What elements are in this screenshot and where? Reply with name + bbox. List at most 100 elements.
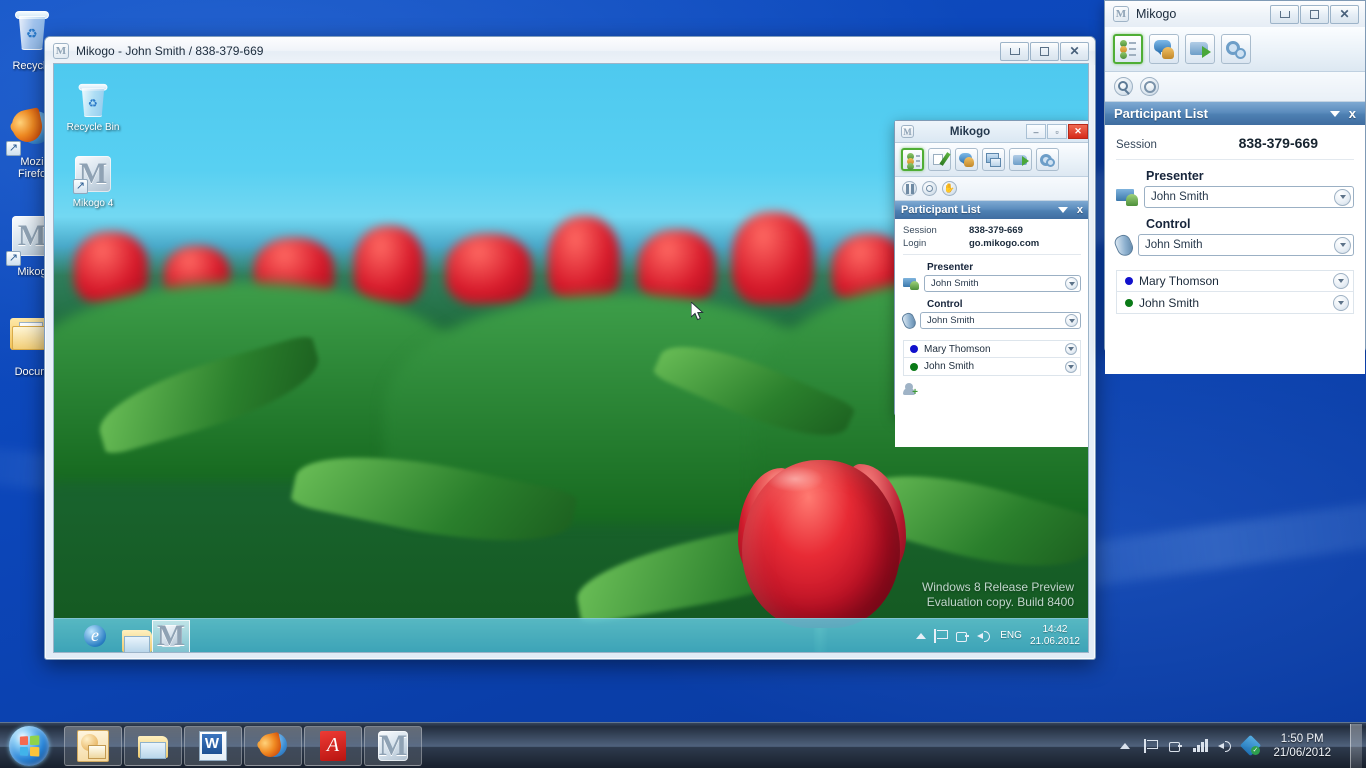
right-panel-titlebar[interactable]: M Mikogo ✕: [1105, 1, 1365, 27]
tool-file-transfer[interactable]: [1009, 148, 1032, 171]
presenter-select[interactable]: John Smith: [1144, 186, 1354, 208]
clock-date: 21/06/2012: [1273, 746, 1331, 759]
close-button[interactable]: ✕: [1330, 4, 1359, 24]
action-center-flag-icon[interactable]: [934, 628, 949, 643]
remote-clock[interactable]: 14:42 21.06.2012: [1030, 624, 1080, 648]
close-icon[interactable]: x: [1349, 106, 1356, 121]
list-item[interactable]: John Smith: [904, 358, 1080, 375]
inner-panel-titlebar[interactable]: M Mikogo – ▫ ✕: [895, 121, 1088, 143]
chevron-down-icon[interactable]: [1065, 277, 1078, 290]
network-icon[interactable]: [1167, 738, 1183, 754]
chevron-down-icon[interactable]: [1333, 273, 1349, 289]
chevron-down-icon[interactable]: [1333, 294, 1349, 311]
chevron-down-icon[interactable]: [1334, 188, 1351, 206]
volume-icon[interactable]: [977, 629, 992, 643]
zoom-button[interactable]: [1114, 77, 1133, 96]
participant-list: Mary Thomson John Smith: [903, 340, 1081, 376]
chevron-down-icon[interactable]: [1065, 314, 1078, 327]
tool-chat[interactable]: [955, 148, 978, 171]
chevron-down-icon[interactable]: [1065, 360, 1077, 373]
record-session-button[interactable]: [922, 181, 937, 196]
taskbar-item-firefox[interactable]: [244, 725, 302, 766]
collapse-caret-icon[interactable]: [1329, 110, 1340, 117]
viewer-titlebar[interactable]: M Mikogo - John Smith / 838-379-669 ✕: [45, 37, 1095, 65]
close-icon[interactable]: x: [1077, 204, 1083, 216]
status-dot-icon: [910, 362, 918, 371]
remote-screen-view[interactable]: ♻ Recycle Bin ↗ Mikogo 4 Windows 8 Relea…: [53, 63, 1089, 653]
tool-whiteboard[interactable]: [928, 148, 951, 171]
taskbar-item-explorer[interactable]: [124, 725, 182, 766]
remote-taskbar-item-explorer[interactable]: [114, 620, 152, 652]
maximize-button[interactable]: [1030, 41, 1059, 61]
tool-participant-list[interactable]: [901, 148, 924, 171]
window-controls: ✕: [999, 41, 1095, 61]
start-button[interactable]: [2, 724, 56, 768]
taskbar-item-mikogo[interactable]: [364, 725, 422, 766]
mikogo-icon: [378, 730, 408, 761]
remote-desktop-icon-mikogo[interactable]: ↗ Mikogo 4: [64, 152, 122, 209]
table-row[interactable]: Mary Thomson: [1117, 271, 1353, 292]
participant-name: John Smith: [924, 361, 975, 372]
minimize-button[interactable]: [1270, 4, 1299, 24]
remote-desktop-icon-label: Mikogo 4: [72, 198, 114, 209]
presenter-value: John Smith: [931, 278, 979, 289]
table-row[interactable]: John Smith: [1117, 292, 1353, 313]
remote-taskbar: ENG 14:42 21.06.2012: [54, 618, 1088, 652]
remote-taskbar-item-ie[interactable]: [76, 620, 114, 652]
tool-screen-switch[interactable]: [982, 148, 1005, 171]
action-center-flag-icon[interactable]: [1142, 738, 1158, 754]
close-button[interactable]: ✕: [1068, 124, 1088, 139]
remote-desktop-icon-label: Recycle Bin: [66, 122, 120, 133]
show-desktop-button[interactable]: [1350, 723, 1362, 768]
add-participant-button[interactable]: +: [903, 383, 1081, 401]
remote-taskbar-item-mikogo[interactable]: [152, 619, 190, 652]
presenter-value: John Smith: [1151, 191, 1209, 203]
close-button[interactable]: ✕: [1060, 41, 1089, 61]
minimize-button[interactable]: [1000, 41, 1029, 61]
collapse-caret-icon[interactable]: [1057, 207, 1068, 213]
tool-settings[interactable]: [1221, 34, 1251, 64]
network-icon[interactable]: [955, 629, 970, 643]
minimize-button[interactable]: –: [1026, 124, 1046, 139]
remote-clock-date: 21.06.2012: [1029, 635, 1080, 647]
participant-name: John Smith: [1139, 295, 1200, 310]
control-select[interactable]: John Smith: [1138, 234, 1354, 256]
raise-hand-button[interactable]: ✋: [942, 181, 957, 196]
taskbar: ✓ 1:50 PM 21/06/2012: [0, 722, 1366, 768]
language-indicator[interactable]: ENG: [1000, 630, 1022, 641]
chevron-down-icon[interactable]: [1334, 236, 1351, 254]
dropbox-icon[interactable]: ✓: [1239, 734, 1262, 757]
taskbar-item-adobe-reader[interactable]: [304, 725, 362, 766]
chevron-down-icon[interactable]: [1065, 343, 1077, 355]
tool-settings[interactable]: [1036, 148, 1059, 171]
show-hidden-icons-arrow[interactable]: [916, 632, 927, 639]
signal-bars-icon[interactable]: [1192, 738, 1208, 754]
clock[interactable]: 1:50 PM 21/06/2012: [1267, 732, 1337, 760]
tool-file-transfer[interactable]: [1185, 34, 1215, 64]
desktop-icon-label: Mozi: [20, 156, 44, 168]
chat-icon: [959, 152, 974, 167]
taskbar-item-word[interactable]: [184, 725, 242, 766]
maximize-button[interactable]: [1300, 4, 1329, 24]
login-label: Login: [903, 238, 927, 249]
inner-panel-toolbar: [895, 143, 1088, 177]
tool-chat[interactable]: [1149, 34, 1179, 64]
desktop: ♻ Recycle ↗ Mozi Firefo ↗ Mikog Docum M …: [0, 0, 1366, 768]
list-item[interactable]: Mary Thomson: [904, 341, 1080, 358]
presenter-select[interactable]: John Smith: [924, 275, 1081, 292]
volume-icon[interactable]: [1217, 738, 1233, 754]
explorer-icon: [121, 624, 152, 652]
login-row: Login go.mikogo.com: [903, 238, 1081, 255]
pause-session-button[interactable]: [902, 181, 917, 196]
control-select[interactable]: John Smith: [920, 312, 1081, 329]
show-hidden-icons-arrow[interactable]: [1117, 738, 1133, 754]
login-value: go.mikogo.com: [969, 238, 1040, 249]
taskbar-item-outlook[interactable]: [64, 725, 122, 766]
remote-desktop-icon-recycle-bin[interactable]: ♻ Recycle Bin: [64, 76, 122, 133]
status-dot-icon: [1125, 277, 1133, 285]
tool-participant-list[interactable]: [1113, 34, 1143, 64]
maximize-button[interactable]: ▫: [1047, 124, 1067, 139]
add-user-icon: +: [903, 383, 918, 398]
right-panel-window-title: Mikogo: [1136, 7, 1177, 21]
record-button[interactable]: [1140, 77, 1159, 96]
